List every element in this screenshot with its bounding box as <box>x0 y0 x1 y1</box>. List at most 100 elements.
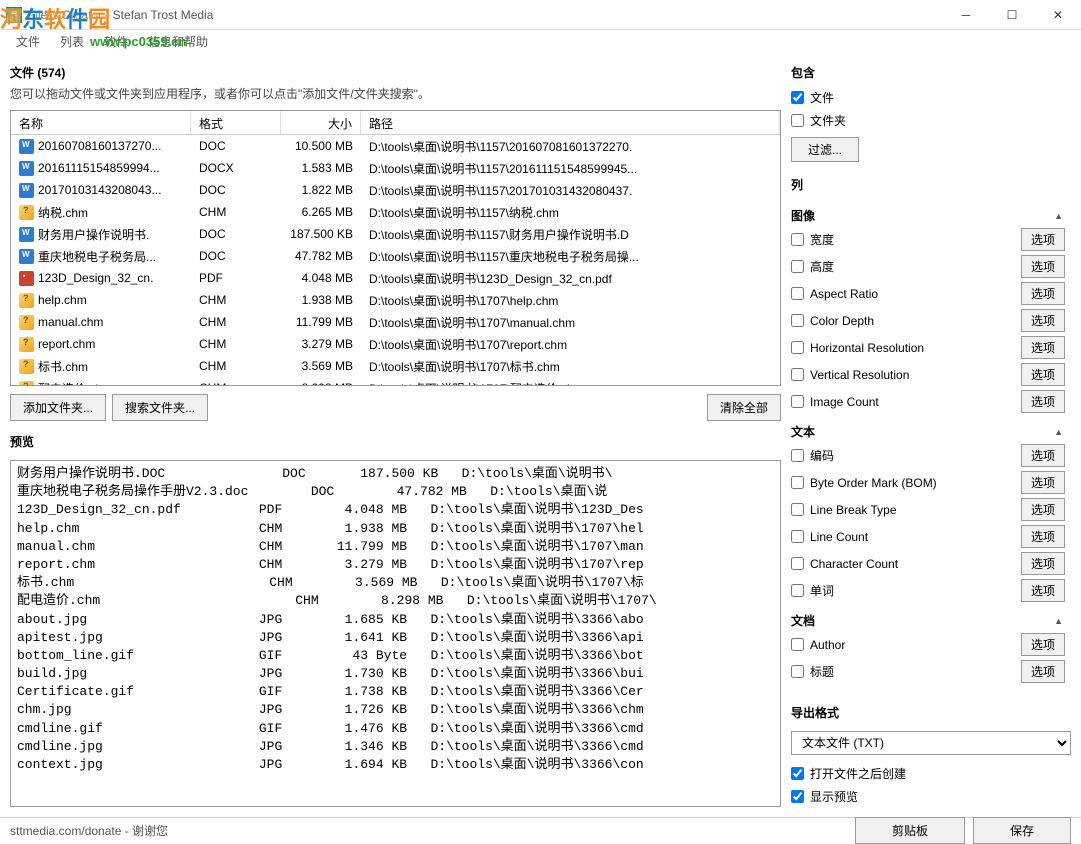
image-options-3[interactable]: 选项 <box>1021 309 1065 332</box>
image-check-2[interactable] <box>791 287 804 300</box>
close-button[interactable]: ✕ <box>1035 0 1081 30</box>
include-files-label: 文件 <box>810 89 1071 106</box>
file-path: D:\tools\桌面\说明书\1707\help.chm <box>361 290 780 311</box>
file-size: 47.782 MB <box>281 247 361 265</box>
table-row[interactable]: 配电造价.chmCHM8.298 MBD:\tools\桌面\说明书\1707\… <box>11 377 780 385</box>
search-folder-button[interactable]: 搜索文件夹... <box>112 394 208 421</box>
file-format: PDF <box>191 269 281 287</box>
text-options-1[interactable]: 选项 <box>1021 471 1065 494</box>
maximize-button[interactable]: ☐ <box>989 0 1035 30</box>
image-check-1[interactable] <box>791 260 804 273</box>
image-options-6[interactable]: 选项 <box>1021 390 1065 413</box>
show-preview-checkbox[interactable] <box>791 790 804 803</box>
text-check-3[interactable] <box>791 530 804 543</box>
add-folder-button[interactable]: 添加文件夹... <box>10 394 106 421</box>
file-path: D:\tools\桌面\说明书\123D_Design_32_cn.pdf <box>361 268 780 289</box>
col-size[interactable]: 大小 <box>281 111 361 134</box>
minimize-button[interactable]: ─ <box>943 0 989 30</box>
file-name: 20170103143208043... <box>38 183 161 197</box>
file-format: CHM <box>191 335 281 353</box>
text-check-2[interactable] <box>791 503 804 516</box>
image-check-4[interactable] <box>791 341 804 354</box>
table-row[interactable]: 标书.chmCHM3.569 MBD:\tools\桌面\说明书\1707\标书… <box>11 355 780 377</box>
table-row[interactable]: manual.chmCHM11.799 MBD:\tools\桌面\说明书\17… <box>11 311 780 333</box>
file-path: D:\tools\桌面\说明书\1157\201607081601372270. <box>361 136 780 157</box>
text-check-0[interactable] <box>791 449 804 462</box>
image-options-1[interactable]: 选项 <box>1021 255 1065 278</box>
text-options-4[interactable]: 选项 <box>1021 552 1065 575</box>
table-row[interactable]: 财务用户操作说明书.DOC187.500 KBD:\tools\桌面\说明书\1… <box>11 223 780 245</box>
image-label-2: Aspect Ratio <box>810 287 1015 301</box>
include-folders-checkbox[interactable] <box>791 114 804 127</box>
table-row[interactable]: report.chmCHM3.279 MBD:\tools\桌面\说明书\170… <box>11 333 780 355</box>
doc-check-0[interactable] <box>791 638 804 651</box>
file-name: manual.chm <box>38 315 103 329</box>
clipboard-button[interactable]: 剪贴板 <box>855 817 965 844</box>
chm-file-icon <box>19 315 34 330</box>
col-path[interactable]: 路径 <box>361 111 780 134</box>
table-row[interactable]: 纳税.chmCHM6.265 MBD:\tools\桌面\说明书\1157\纳税… <box>11 201 780 223</box>
text-check-5[interactable] <box>791 584 804 597</box>
image-check-6[interactable] <box>791 395 804 408</box>
doc-options-1[interactable]: 选项 <box>1021 660 1065 683</box>
image-options-5[interactable]: 选项 <box>1021 363 1065 386</box>
file-path: D:\tools\桌面\说明书\1707\report.chm <box>361 334 780 355</box>
table-row[interactable]: 20160708160137270...DOC10.500 MBD:\tools… <box>11 135 780 157</box>
files-header: 文件 (574) <box>10 64 781 81</box>
collapse-text-icon[interactable]: ▲ <box>1054 427 1063 437</box>
table-row[interactable]: help.chmCHM1.938 MBD:\tools\桌面\说明书\1707\… <box>11 289 780 311</box>
file-path: D:\tools\桌面\说明书\1157\重庆地税电子税务局操... <box>361 246 780 267</box>
text-options-3[interactable]: 选项 <box>1021 525 1065 548</box>
file-size: 10.500 MB <box>281 137 361 155</box>
table-row[interactable]: 20170103143208043...DOC1.822 MBD:\tools\… <box>11 179 780 201</box>
doc-file-icon <box>19 227 34 242</box>
export-header: 导出格式 <box>791 704 1071 721</box>
text-label-4: Character Count <box>810 557 1015 571</box>
menu-help[interactable]: 信息和帮助 <box>140 31 216 52</box>
filter-button[interactable]: 过滤... <box>791 137 859 162</box>
doc-check-1[interactable] <box>791 665 804 678</box>
image-options-0[interactable]: 选项 <box>1021 228 1065 251</box>
clear-all-button[interactable]: 清除全部 <box>707 394 781 421</box>
image-label-3: Color Depth <box>810 314 1015 328</box>
table-row[interactable]: 123D_Design_32_cn.PDF4.048 MBD:\tools\桌面… <box>11 267 780 289</box>
table-row[interactable]: 20161115154859994...DOCX1.583 MBD:\tools… <box>11 157 780 179</box>
status-text: sttmedia.com/donate - 谢谢您 <box>10 822 847 839</box>
preview-panel: 财务用户操作说明书.DOC DOC 187.500 KB D:\tools\桌面… <box>10 460 781 807</box>
image-options-4[interactable]: 选项 <box>1021 336 1065 359</box>
text-options-2[interactable]: 选项 <box>1021 498 1065 521</box>
menu-software[interactable]: 软件 <box>96 31 136 52</box>
group-image-label: 图像 <box>791 207 815 224</box>
file-size: 6.265 MB <box>281 203 361 221</box>
preview-body[interactable]: 财务用户操作说明书.DOC DOC 187.500 KB D:\tools\桌面… <box>11 461 780 806</box>
file-size: 3.279 MB <box>281 335 361 353</box>
file-size: 187.500 KB <box>281 225 361 243</box>
table-body[interactable]: 20160708160137270...DOC10.500 MBD:\tools… <box>11 135 780 385</box>
table-header: 名称 格式 大小 路径 <box>11 111 780 135</box>
text-check-1[interactable] <box>791 476 804 489</box>
include-files-checkbox[interactable] <box>791 91 804 104</box>
export-format-select[interactable]: 文本文件 (TXT) <box>791 731 1071 755</box>
file-format: CHM <box>191 291 281 309</box>
doc-options-0[interactable]: 选项 <box>1021 633 1065 656</box>
doc-file-icon <box>19 249 34 264</box>
col-format[interactable]: 格式 <box>191 111 281 134</box>
chm-file-icon <box>19 381 34 386</box>
image-check-0[interactable] <box>791 233 804 246</box>
text-check-4[interactable] <box>791 557 804 570</box>
text-options-5[interactable]: 选项 <box>1021 579 1065 602</box>
collapse-doc-icon[interactable]: ▲ <box>1054 616 1063 626</box>
menu-list[interactable]: 列表 <box>52 31 92 52</box>
save-button[interactable]: 保存 <box>973 817 1071 844</box>
text-label-0: 编码 <box>810 447 1015 464</box>
collapse-image-icon[interactable]: ▲ <box>1054 211 1063 221</box>
text-options-0[interactable]: 选项 <box>1021 444 1065 467</box>
image-check-3[interactable] <box>791 314 804 327</box>
image-options-2[interactable]: 选项 <box>1021 282 1065 305</box>
col-name[interactable]: 名称 <box>11 111 191 134</box>
open-after-create-checkbox[interactable] <box>791 767 804 780</box>
menu-file[interactable]: 文件 <box>8 31 48 52</box>
image-check-5[interactable] <box>791 368 804 381</box>
table-row[interactable]: 重庆地税电子税务局...DOC47.782 MBD:\tools\桌面\说明书\… <box>11 245 780 267</box>
file-format: CHM <box>191 313 281 331</box>
